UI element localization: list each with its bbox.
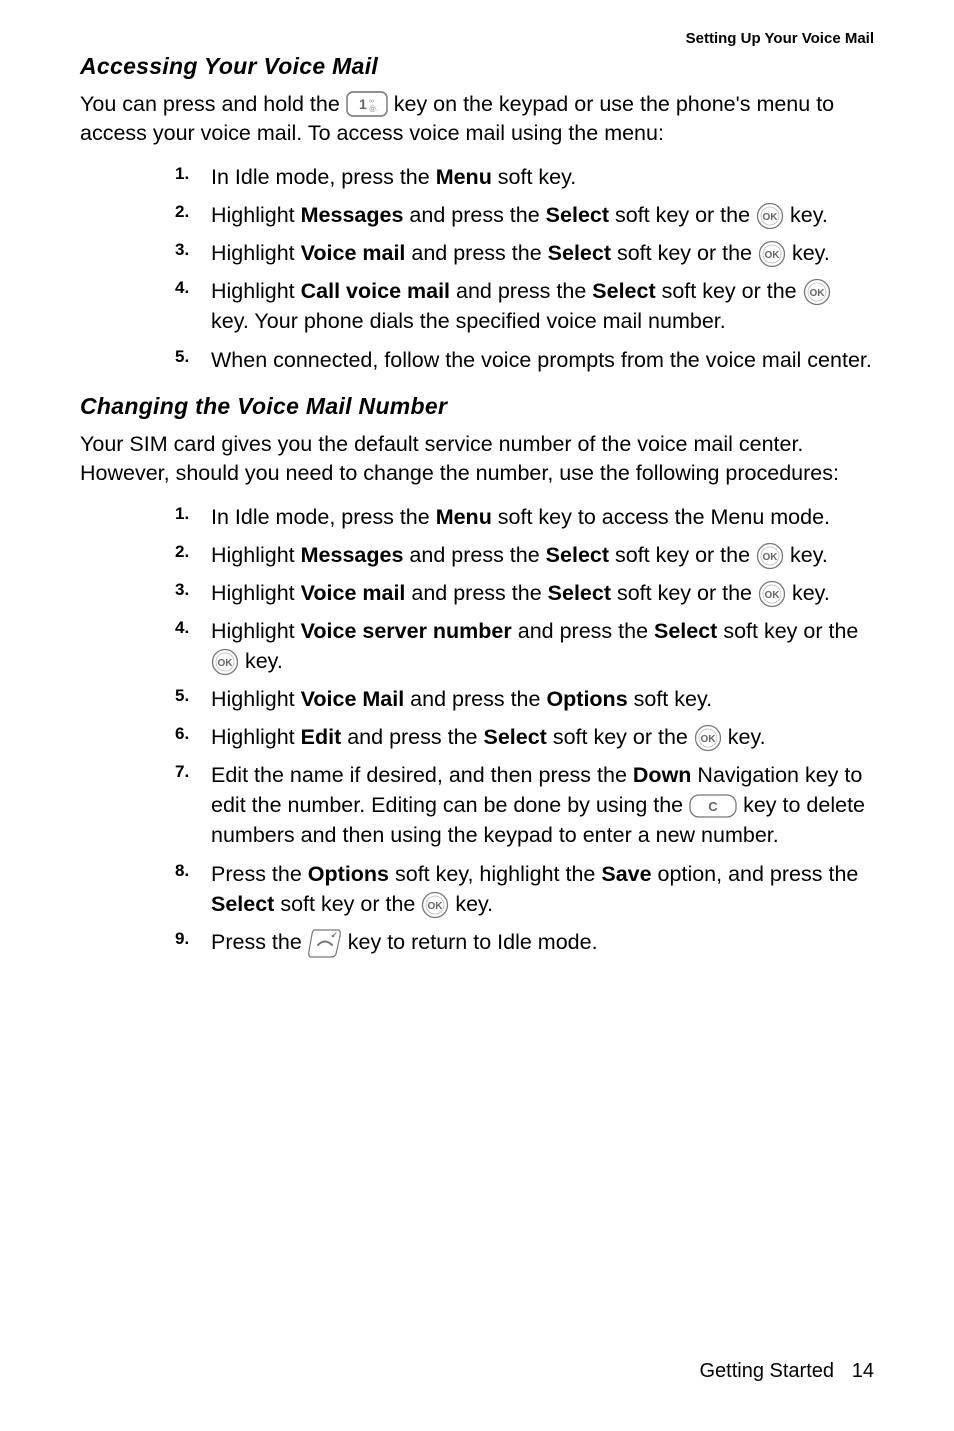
svg-text:OK: OK (763, 552, 779, 563)
footer-section-label: Getting Started (699, 1360, 834, 1382)
bold-term: Voice mail (301, 241, 406, 265)
bold-term: Messages (301, 543, 404, 567)
bold-term: Select (548, 241, 611, 265)
instruction-step: Highlight Voice Mail and press the Optio… (175, 680, 874, 718)
ok-key-icon: OK (803, 278, 831, 306)
intro-accessing: You can press and hold the 1∞@. key on t… (80, 90, 874, 148)
bold-term: Down (633, 763, 692, 787)
keypad-1-icon: 1∞@. (346, 91, 388, 117)
bold-term: Select (592, 279, 655, 303)
instruction-step: Highlight Call voice mail and press the … (175, 272, 874, 340)
svg-text:OK: OK (763, 212, 779, 223)
instruction-step: In Idle mode, press the Menu soft key. (175, 158, 874, 196)
ok-key-icon: OK (211, 648, 239, 676)
instruction-step: When connected, follow the voice prompts… (175, 341, 874, 379)
ok-key-icon: OK (758, 580, 786, 608)
instruction-step: Highlight Messages and press the Select … (175, 536, 874, 574)
bold-term: Call voice mail (301, 279, 450, 303)
bold-term: Options (546, 687, 627, 711)
section-title-changing: Changing the Voice Mail Number (80, 393, 874, 420)
bold-term: Save (601, 862, 651, 886)
bold-term: Select (546, 203, 609, 227)
bold-term: Menu (436, 505, 492, 529)
bold-term: Select (546, 543, 609, 567)
instruction-step: Highlight Voice mail and press the Selec… (175, 574, 874, 612)
svg-text:∞: ∞ (369, 98, 374, 105)
instruction-step: Highlight Voice server number and press … (175, 612, 874, 680)
instruction-step: Highlight Messages and press the Select … (175, 196, 874, 234)
bold-term: Select (548, 581, 611, 605)
bold-term: Voice Mail (301, 687, 405, 711)
instruction-step: Highlight Edit and press the Select soft… (175, 718, 874, 756)
page: Setting Up Your Voice Mail Accessing You… (0, 0, 954, 1431)
bold-term: Voice mail (301, 581, 406, 605)
svg-text:OK: OK (809, 288, 825, 299)
bold-term: Edit (301, 725, 342, 749)
instruction-step: Press the key to return to Idle mode. (175, 923, 874, 962)
instruction-step: In Idle mode, press the Menu soft key to… (175, 498, 874, 536)
svg-text:OK: OK (764, 250, 780, 261)
bold-term: Select (483, 725, 546, 749)
ok-key-icon: OK (758, 240, 786, 268)
end-key-icon (308, 928, 342, 958)
svg-text:OK: OK (764, 590, 780, 601)
section-title-accessing: Accessing Your Voice Mail (80, 53, 874, 80)
svg-text:OK: OK (218, 658, 234, 669)
bold-term: Options (308, 862, 389, 886)
ok-key-icon: OK (421, 891, 449, 919)
instruction-step: Edit the name if desired, and then press… (175, 756, 874, 854)
ok-key-icon: OK (756, 202, 784, 230)
running-header: Setting Up Your Voice Mail (80, 30, 874, 47)
svg-text:OK: OK (428, 901, 444, 912)
svg-text:OK: OK (700, 734, 716, 745)
footer-page-number: 14 (834, 1360, 874, 1383)
bold-term: Messages (301, 203, 404, 227)
svg-text:@.: @. (369, 106, 378, 113)
svg-text:1: 1 (359, 96, 367, 112)
steps-accessing: In Idle mode, press the Menu soft key.Hi… (80, 158, 874, 379)
bold-term: Menu (436, 165, 492, 189)
instruction-step: Press the Options soft key, highlight th… (175, 855, 874, 923)
intro-text-fragment: You can press and hold the (80, 92, 346, 116)
ok-key-icon: OK (756, 542, 784, 570)
bold-term: Voice server number (301, 619, 512, 643)
bold-term: Select (211, 892, 274, 916)
svg-text:C: C (708, 799, 718, 814)
bold-term: Select (654, 619, 717, 643)
page-footer: Getting Started14 (699, 1360, 874, 1383)
clear-key-icon: C (689, 794, 737, 818)
ok-key-icon: OK (694, 724, 722, 752)
instruction-step: Highlight Voice mail and press the Selec… (175, 234, 874, 272)
intro-changing: Your SIM card gives you the default serv… (80, 430, 874, 488)
steps-changing: In Idle mode, press the Menu soft key to… (80, 498, 874, 962)
